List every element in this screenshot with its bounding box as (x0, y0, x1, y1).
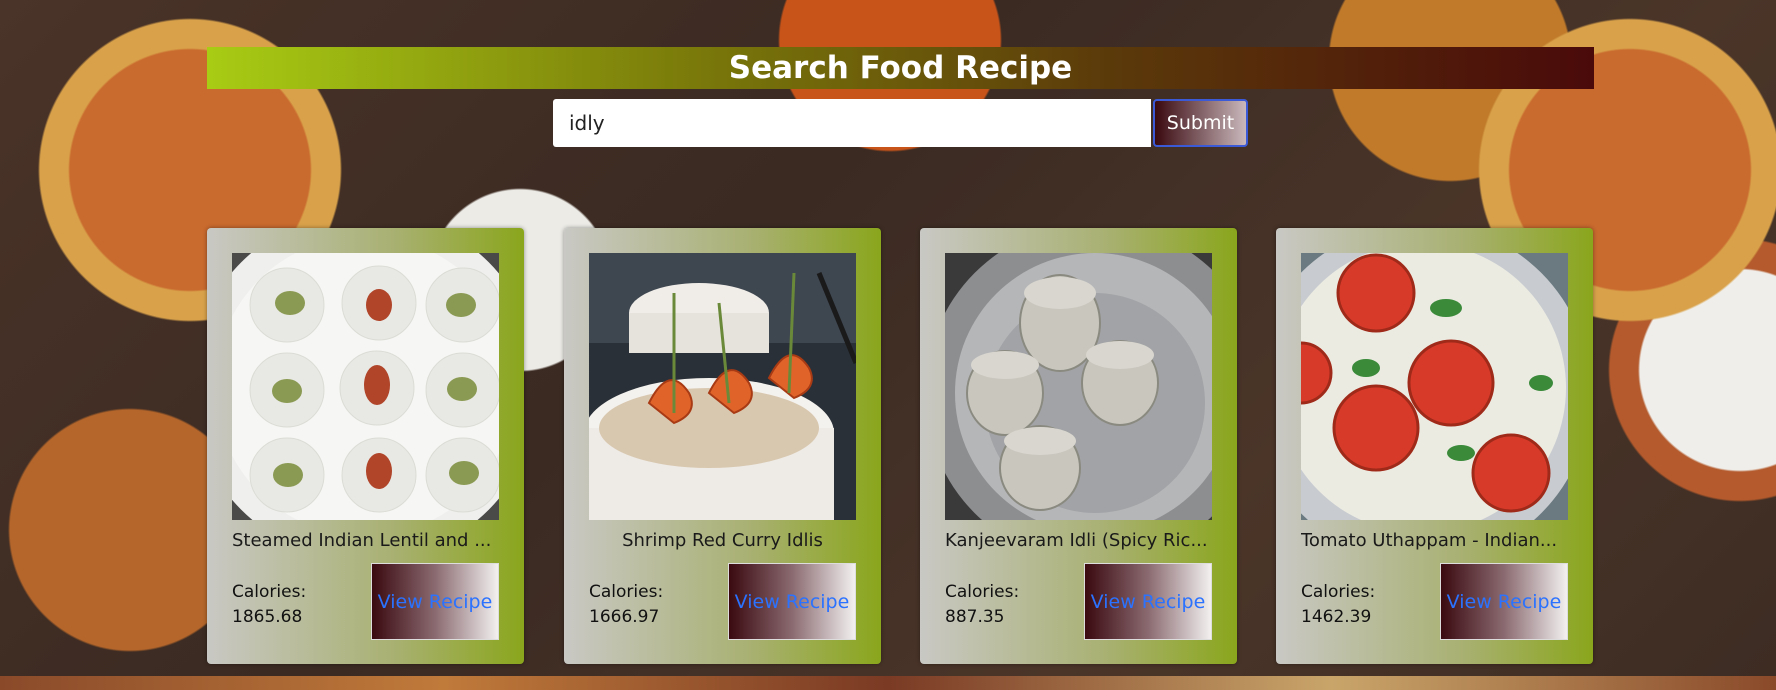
calories: Calories: 887.35 (945, 580, 1019, 630)
recipe-title: Kanjeevaram Idli (Spicy Ric... (945, 530, 1208, 551)
search-input[interactable] (553, 99, 1151, 147)
view-recipe-button[interactable]: View Recipe (1084, 563, 1212, 640)
recipe-card: Kanjeevaram Idli (Spicy Ric... Calories:… (920, 228, 1237, 664)
calories-value: 1666.97 (589, 607, 660, 627)
recipe-title: Steamed Indian Lentil and ... (232, 530, 492, 551)
calories-label: Calories: (589, 582, 664, 602)
calories-label: Calories: (945, 582, 1020, 602)
calories-value: 1865.68 (232, 607, 303, 627)
calories-label: Calories: (1301, 582, 1376, 602)
view-recipe-button[interactable]: View Recipe (1440, 563, 1568, 640)
recipe-image (589, 253, 856, 520)
calories: Calories: 1462.39 (1301, 580, 1375, 630)
calories: Calories: 1666.97 (589, 580, 663, 630)
view-recipe-button[interactable]: View Recipe (728, 563, 856, 640)
calories-value: 1462.39 (1301, 607, 1372, 627)
page-title: Search Food Recipe (728, 50, 1073, 86)
recipe-title: Tomato Uthappam - Indian... (1301, 530, 1558, 551)
search-form: Submit (553, 99, 1248, 147)
background-strip (0, 676, 1776, 690)
calories-label: Calories: (232, 582, 307, 602)
recipe-title: Shrimp Red Curry Idlis (622, 530, 823, 551)
calories-value: 887.35 (945, 607, 1005, 627)
recipe-image (232, 253, 499, 520)
submit-button[interactable]: Submit (1153, 99, 1248, 147)
recipe-image (945, 253, 1212, 520)
calories: Calories: 1865.68 (232, 580, 306, 630)
recipe-card: Tomato Uthappam - Indian... Calories: 14… (1276, 228, 1593, 664)
recipe-card: Shrimp Red Curry Idlis Calories: 1666.97… (564, 228, 881, 664)
view-recipe-button[interactable]: View Recipe (371, 563, 499, 640)
recipe-image (1301, 253, 1568, 520)
recipe-card: Steamed Indian Lentil and ... Calories: … (207, 228, 524, 664)
title-banner: Search Food Recipe (207, 47, 1594, 89)
